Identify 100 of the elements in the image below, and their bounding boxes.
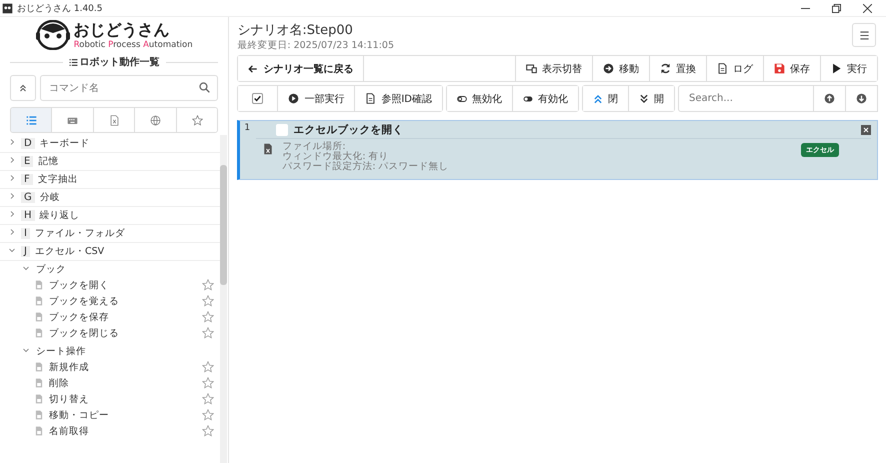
display-switch-icon: [526, 63, 537, 74]
window-title: おじどうさん 1.40.5: [17, 2, 104, 14]
excel-file-icon: [34, 327, 44, 339]
command-item[interactable]: 名前取得: [49, 424, 198, 438]
restore-icon[interactable]: [832, 4, 841, 12]
star-icon[interactable]: [202, 279, 214, 291]
toggle-off-icon: [457, 94, 467, 104]
star-icon[interactable]: [202, 295, 214, 307]
star-icon[interactable]: [202, 311, 214, 323]
action-button[interactable]: 参照ID確認: [354, 86, 442, 111]
list-icon: [26, 114, 37, 126]
step-details: ファイル場所: ウィンドウ最大化: 有り パスワード設定方法: パスワード無し: [282, 142, 450, 172]
search-icon: [199, 82, 210, 93]
excel-file-icon: [34, 409, 44, 421]
command-item[interactable]: ブックを開く: [49, 278, 198, 292]
arrow-circle-icon: [603, 63, 614, 74]
double-chevron-up-icon: [593, 94, 603, 104]
action-button[interactable]: 有効化: [512, 86, 578, 111]
excel-file-icon: [34, 311, 44, 323]
chevron-down-icon: [22, 264, 30, 272]
globe-icon: [150, 114, 162, 126]
category-label[interactable]: キーボード: [40, 137, 90, 150]
excel-file-icon: [34, 295, 44, 307]
double-chevron-down-icon: [639, 94, 649, 104]
star-icon[interactable]: [202, 361, 214, 373]
menu-icon: [858, 30, 870, 40]
chevron-down-icon: [22, 346, 30, 354]
step-title: エクセルブックを開く: [293, 122, 404, 136]
star-icon[interactable]: [202, 327, 214, 339]
category-letter: E: [21, 156, 34, 167]
command-item[interactable]: 移動・コピー: [49, 408, 198, 422]
scrollbar[interactable]: [220, 135, 228, 463]
command-search-field[interactable]: コマンド名: [40, 75, 218, 101]
excel-file-icon: [34, 425, 44, 437]
document-icon: [717, 63, 728, 74]
arrow-down-circle-icon: [856, 93, 867, 104]
toggle-on-icon: [523, 94, 533, 104]
excel-file-icon: [108, 114, 120, 126]
star-icon[interactable]: [202, 377, 214, 389]
command-item[interactable]: 削除: [49, 376, 198, 390]
excel-file-icon: [34, 393, 44, 405]
document-icon: [365, 93, 376, 104]
command-item[interactable]: ブックを保存: [49, 310, 198, 324]
category-label[interactable]: 記憶: [38, 155, 58, 168]
excel-file-icon: [34, 279, 44, 291]
chevron-right-icon: [8, 192, 16, 200]
close-button[interactable]: [861, 124, 871, 134]
robot-face-icon: [36, 20, 70, 50]
excel-file-icon: [34, 377, 44, 389]
play-icon: [831, 63, 842, 74]
last-modified-date: 最終変更日: 2025/07/23 14:11:05: [237, 39, 396, 52]
chevron-right-icon: [8, 174, 16, 182]
command-item[interactable]: 切り替え: [49, 392, 198, 406]
command-item[interactable]: 新規作成: [49, 360, 198, 374]
collapse-all-button[interactable]: [10, 75, 36, 101]
arrow-left-icon: [248, 64, 258, 74]
star-icon[interactable]: [202, 425, 214, 437]
chevron-right-icon: [8, 210, 16, 218]
save-icon: [774, 63, 785, 74]
category-label[interactable]: 文字抽出: [38, 173, 78, 186]
toolbar-button[interactable]: 実行: [820, 56, 877, 81]
category-tab[interactable]: [11, 108, 52, 132]
star-icon: [192, 114, 203, 126]
play-circle-icon: [288, 93, 300, 104]
double-chevron-up-icon: [19, 84, 27, 92]
category-letter: I: [21, 228, 30, 239]
star-icon[interactable]: [202, 393, 214, 405]
category-label[interactable]: エクセル・CSV: [34, 245, 104, 258]
command-item[interactable]: ブックを閉じる: [49, 326, 198, 340]
close-icon[interactable]: [863, 4, 872, 12]
chevron-down-icon: [8, 246, 16, 254]
menu-button[interactable]: [852, 23, 876, 47]
next-match-button[interactable]: [846, 85, 878, 112]
action-button[interactable]: 開: [628, 86, 674, 111]
step-checkbox[interactable]: [276, 124, 288, 136]
list-icon: [68, 58, 78, 66]
arrow-up-circle-icon: [824, 93, 835, 104]
chevron-right-icon: [8, 138, 16, 146]
logo-name: おじどうさん: [74, 20, 171, 40]
step-search-field[interactable]: Search...: [678, 85, 814, 112]
excel-file-icon: [34, 361, 44, 373]
category-label[interactable]: 繰り返し: [40, 209, 80, 222]
scenario-name: シナリオ名:Step00: [237, 22, 354, 39]
close-icon: [862, 126, 870, 134]
previous-match-button[interactable]: [814, 85, 846, 112]
category-label[interactable]: 分岐: [40, 191, 60, 204]
chevron-right-icon: [8, 156, 16, 164]
chevron-right-icon: [8, 228, 16, 236]
excel-file-icon: [262, 142, 274, 156]
check-icon: [253, 94, 262, 103]
category-letter: F: [21, 174, 33, 185]
command-item[interactable]: ブックを覚える: [49, 294, 198, 308]
group-label[interactable]: ブック: [36, 262, 66, 276]
step-number: 1: [243, 122, 252, 135]
sidebar-heading: ロボット動作一覧: [80, 56, 160, 69]
group-label[interactable]: シート操作: [36, 344, 86, 358]
category-label[interactable]: ファイル・フォルダ: [34, 227, 125, 240]
category-letter: J: [21, 246, 30, 257]
star-icon[interactable]: [202, 409, 214, 421]
category-letter: H: [21, 210, 35, 221]
